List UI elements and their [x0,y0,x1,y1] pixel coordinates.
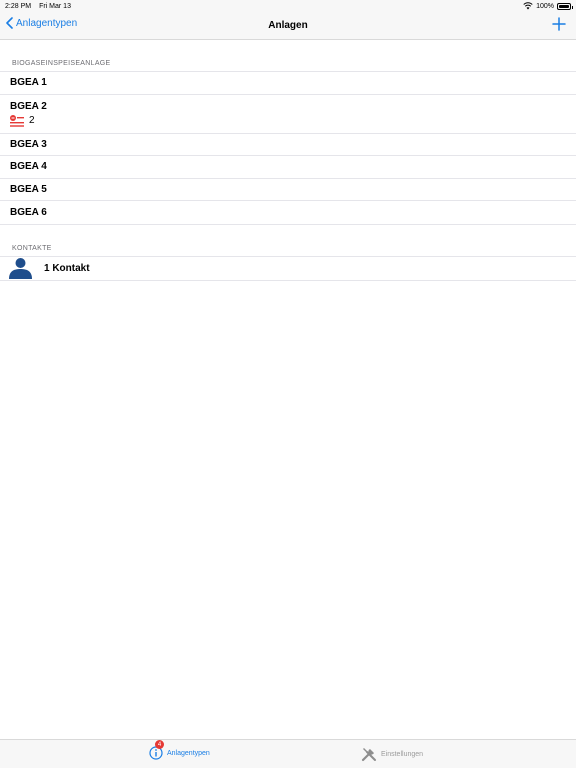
navigation-bar: Anlagentypen Anlagen [0,12,576,40]
back-button[interactable]: Anlagentypen [6,17,77,29]
list-item-bgea-5[interactable]: BGEA 5 [0,179,576,201]
contacts-row[interactable]: 1 Kontakt [0,255,576,281]
wifi-icon [523,2,533,10]
biogas-list: BGEA 1 BGEA 2 2 BGEA 3 BGEA 4 BGEA 5 BGE… [0,71,576,225]
status-date: Fri Mar 13 [39,2,71,10]
page-title: Anlagen [268,20,308,31]
red-list-icon [10,114,24,127]
status-bar: 2:28 PM Fri Mar 13 100% [0,0,576,12]
chevron-left-icon [6,17,13,29]
list-item-label: BGEA 2 [10,100,47,112]
content-area: BIOGASEINSPEISEANLAGE BGEA 1 BGEA 2 2 BG… [0,40,576,739]
list-item-bgea-3[interactable]: BGEA 3 [0,134,576,156]
tab-icon-wrap: 4 [149,740,164,760]
tab-label: Einstellungen [381,750,424,758]
list-item-label: BGEA 5 [10,183,47,195]
list-item-label: BGEA 3 [10,138,47,150]
list-item-count: 2 [29,115,35,126]
tools-icon [361,748,376,762]
list-item-bgea-6[interactable]: BGEA 6 [0,201,576,224]
tab-badge: 4 [155,740,164,749]
section-header-biogas: BIOGASEINSPEISEANLAGE [12,60,111,67]
section-header-contacts: KONTAKTE [12,244,52,252]
tab-einstellungen[interactable]: Einstellungen [361,746,423,762]
battery-icon [557,2,573,10]
list-item-bgea-1[interactable]: BGEA 1 [0,72,576,95]
contacts-label: 1 Kontakt [44,262,90,274]
tab-label: Anlagentypen [167,749,210,757]
list-item-bgea-4[interactable]: BGEA 4 [0,156,576,179]
tab-anlagentypen[interactable]: 4 Anlagentypen [149,740,210,760]
plus-icon[interactable] [552,17,566,31]
list-item-label: BGEA 1 [10,77,47,89]
list-item-bgea-2[interactable]: BGEA 2 2 [0,95,576,134]
list-item-label: BGEA 6 [10,206,47,218]
list-item-label: BGEA 4 [10,161,47,173]
status-time: 2:28 PM [5,2,32,10]
tab-bar: 4 Anlagentypen Einstellungen [0,739,576,768]
battery-percent: 100% [536,2,554,10]
battery-fill [559,4,569,8]
back-button-label: Anlagentypen [16,17,78,29]
list-item-subinfo: 2 [10,114,35,127]
person-icon [9,258,32,279]
